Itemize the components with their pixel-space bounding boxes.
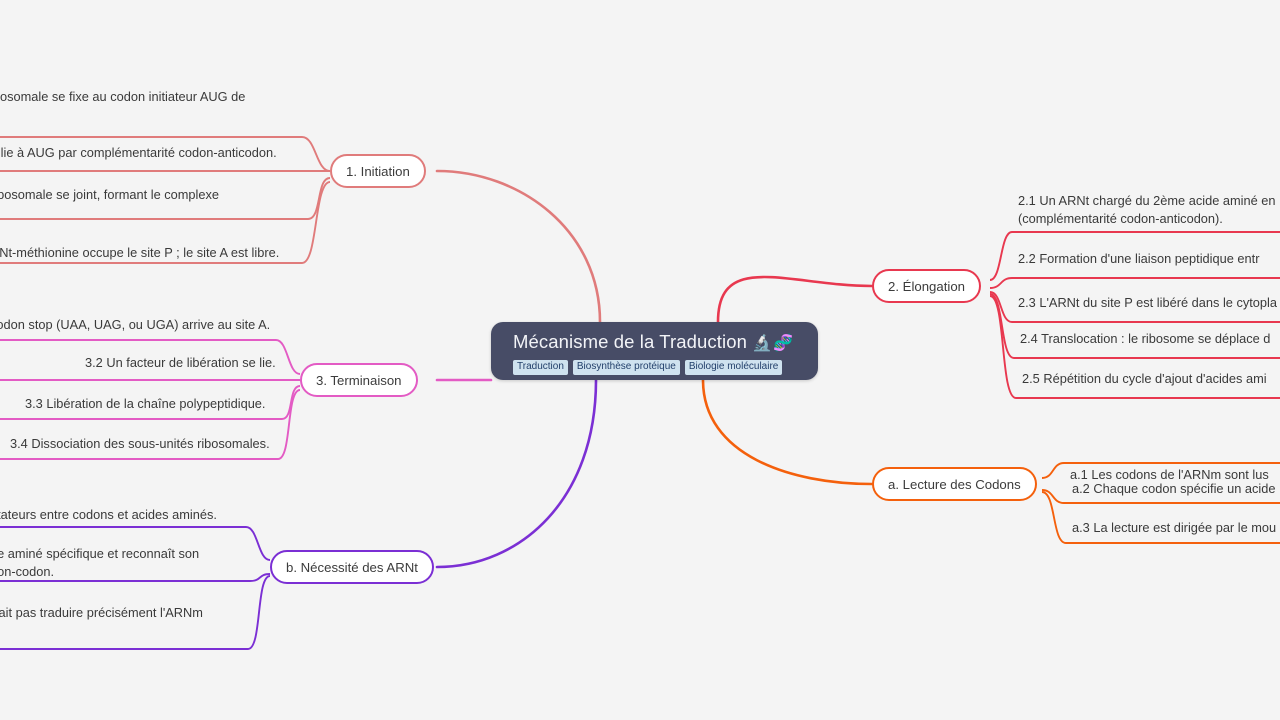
branch-node-initiation[interactable]: 1. Initiation	[330, 154, 426, 188]
microscope-dna-emoji: 🔬🧬	[752, 335, 795, 352]
leaf-item[interactable]: codon stop (UAA, UAG, ou UGA) arrive au …	[0, 316, 270, 339]
leaf-text: RNt-méthionine occupe le site P ; le sit…	[0, 245, 280, 260]
leaf-item[interactable]: 2.3 L'ARNt du site P est libéré dans le …	[1018, 294, 1277, 317]
leaf-item[interactable]: RNt-méthionine occupe le site P ; le sit…	[0, 244, 279, 267]
leaf-item[interactable]: 3.2 Un facteur de libération se lie.	[85, 354, 276, 377]
leaf-item[interactable]: ribosomale se joint, formant le complexe	[0, 186, 219, 209]
branch-node-terminaison[interactable]: 3. Terminaison	[300, 363, 418, 397]
leaf-item[interactable]: 2.1 Un ARNt chargé du 2ème acide aminé e…	[1018, 192, 1280, 233]
branch-label-lecture-des-codons: a. Lecture des Codons	[888, 476, 1021, 492]
leaf-text: don-codon.	[0, 564, 55, 579]
leaf-item[interactable]: rrait pas traduire précisément l'ARNm	[0, 604, 203, 627]
leaf-text: 2.5 Répétition du cycle d'ajout d'acides…	[1022, 371, 1267, 386]
mindmap-canvas[interactable]: Mécanisme de la Traduction 🔬🧬 Traduction…	[0, 0, 1280, 720]
branch-node-elongation[interactable]: 2. Élongation	[872, 269, 981, 303]
leaf-text: (complémentarité codon-anticodon).	[1018, 211, 1223, 226]
central-node-title-text: Mécanisme de la Traduction	[513, 331, 747, 352]
leaf-item[interactable]: ptateurs entre codons et acides aminés.	[0, 506, 217, 529]
leaf-text: e lie à AUG par complémentarité codon-an…	[0, 145, 277, 160]
leaf-text: 3.4 Dissociation des sous-unités ribosom…	[10, 436, 270, 451]
leaf-item[interactable]: a.3 La lecture est dirigée par le mou	[1072, 519, 1276, 542]
leaf-text: a.3 La lecture est dirigée par le mou	[1072, 520, 1277, 535]
leaf-text: 3.2 Un facteur de libération se lie.	[85, 355, 276, 370]
leaf-item[interactable]: 3.4 Dissociation des sous-unités ribosom…	[10, 435, 270, 458]
leaf-text: rrait pas traduire précisément l'ARNm	[0, 605, 203, 620]
leaf-text: 2.4 Translocation : le ribosome se dépla…	[1020, 331, 1271, 346]
branch-label-necessite-des-arnt: b. Nécessité des ARNt	[286, 559, 418, 575]
leaf-text: ptateurs entre codons et acides aminés.	[0, 507, 217, 522]
leaf-item[interactable]: e lie à AUG par complémentarité codon-an…	[0, 144, 277, 167]
leaf-text: 2.1 Un ARNt chargé du 2ème acide aminé e…	[1018, 193, 1276, 208]
central-node[interactable]: Mécanisme de la Traduction 🔬🧬 Traduction…	[491, 322, 818, 380]
leaf-text: codon stop (UAA, UAG, ou UGA) arrive au …	[0, 317, 271, 332]
tag-biologie-moleculaire[interactable]: Biologie moléculaire	[684, 360, 783, 375]
leaf-text: 2.3 L'ARNt du site P est libéré dans le …	[1018, 295, 1277, 310]
leaf-item[interactable]: 2.5 Répétition du cycle d'ajout d'acides…	[1022, 370, 1267, 393]
leaf-text: a.2 Chaque codon spécifie un acide	[1072, 481, 1276, 496]
branch-label-initiation: 1. Initiation	[346, 163, 410, 179]
leaf-item[interactable]: 3.3 Libération de la chaîne polypeptidiq…	[25, 395, 265, 418]
leaf-text: ibosomale se fixe au codon initiateur AU…	[0, 89, 246, 104]
tag-traduction[interactable]: Traduction	[513, 360, 568, 375]
tag-biosynthese-proteique[interactable]: Biosynthèse protéique	[572, 360, 680, 375]
leaf-text: 2.2 Formation d'une liaison peptidique e…	[1018, 251, 1260, 266]
leaf-text: ribosomale se joint, formant le complexe	[0, 187, 220, 202]
branch-label-terminaison: 3. Terminaison	[316, 372, 402, 388]
branch-node-lecture-des-codons[interactable]: a. Lecture des Codons	[872, 467, 1037, 501]
branch-label-elongation: 2. Élongation	[888, 278, 965, 294]
branch-node-necessite-des-arnt[interactable]: b. Nécessité des ARNt	[270, 550, 434, 584]
leaf-item[interactable]: 2.4 Translocation : le ribosome se dépla…	[1020, 330, 1270, 353]
leaf-item[interactable]: 2.2 Formation d'une liaison peptidique e…	[1018, 250, 1259, 273]
leaf-text: 3.3 Libération de la chaîne polypeptidiq…	[25, 396, 266, 411]
leaf-text: de aminé spécifique et reconnaît son	[0, 546, 200, 561]
central-node-title: Mécanisme de la Traduction 🔬🧬	[513, 331, 800, 355]
leaf-item[interactable]: a.2 Chaque codon spécifie un acide	[1072, 480, 1275, 503]
central-node-tags: Traduction Biosynthèse protéique Biologi…	[513, 360, 800, 375]
leaf-item[interactable]: de aminé spécifique et reconnaît son don…	[0, 545, 240, 586]
leaf-item[interactable]: ibosomale se fixe au codon initiateur AU…	[0, 88, 245, 111]
